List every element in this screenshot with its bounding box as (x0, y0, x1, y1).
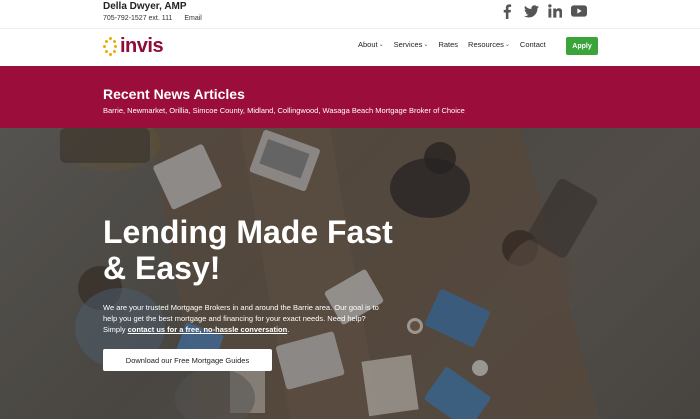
contact-us-link[interactable]: contact us for a free, no-hassle convers… (128, 325, 288, 334)
main-navbar: invis About ⌄ Services ⌄ Rates Resources ⌄ … (0, 28, 700, 66)
news-banner: Recent News Articles Barrie, Newmarket, … (0, 66, 700, 128)
logo-dots-icon (103, 36, 117, 58)
banner-subtitle: Barrie, Newmarket, Orillia, Simcoe Count… (103, 106, 465, 115)
banner-title: Recent News Articles (103, 86, 245, 102)
twitter-icon[interactable] (523, 3, 539, 19)
nav-item-resources[interactable]: Resources ⌄ (468, 40, 510, 49)
facebook-icon[interactable] (499, 3, 515, 19)
chevron-down-icon: ⌄ (504, 42, 510, 48)
nav-item-rates[interactable]: Rates (438, 40, 458, 49)
logo-text: invis (120, 35, 164, 57)
linkedin-icon[interactable] (547, 3, 563, 19)
nav-item-about[interactable]: About ⌄ (358, 40, 384, 49)
agent-phone[interactable]: 705-792-1527 ext. 111 (103, 15, 172, 22)
agent-email-link[interactable]: Email (184, 15, 202, 22)
chevron-down-icon: ⌄ (378, 42, 384, 48)
invis-logo[interactable]: invis (103, 35, 164, 58)
agent-contact: 705-792-1527 ext. 111 Email (103, 15, 212, 22)
nav-menu: About ⌄ Services ⌄ Rates Resources ⌄ Contac… (358, 40, 546, 49)
youtube-icon[interactable] (571, 3, 587, 19)
social-links (499, 3, 587, 19)
hero-title: Lending Made Fast & Easy! (103, 214, 393, 286)
agent-name: Della Dwyer, AMP (103, 1, 187, 12)
hero-section: Lending Made Fast & Easy! We are your tr… (0, 128, 700, 419)
nav-item-services[interactable]: Services ⌄ (394, 40, 429, 49)
hero-body: We are your trusted Mortgage Brokers in … (103, 303, 379, 334)
top-bar: Della Dwyer, AMP 705-792-1527 ext. 111 E… (0, 0, 700, 28)
nav-item-contact[interactable]: Contact (520, 40, 546, 49)
download-guides-button[interactable]: Download our Free Mortgage Guides (103, 349, 272, 371)
chevron-down-icon: ⌄ (423, 42, 429, 48)
apply-button[interactable]: Apply (566, 37, 598, 55)
